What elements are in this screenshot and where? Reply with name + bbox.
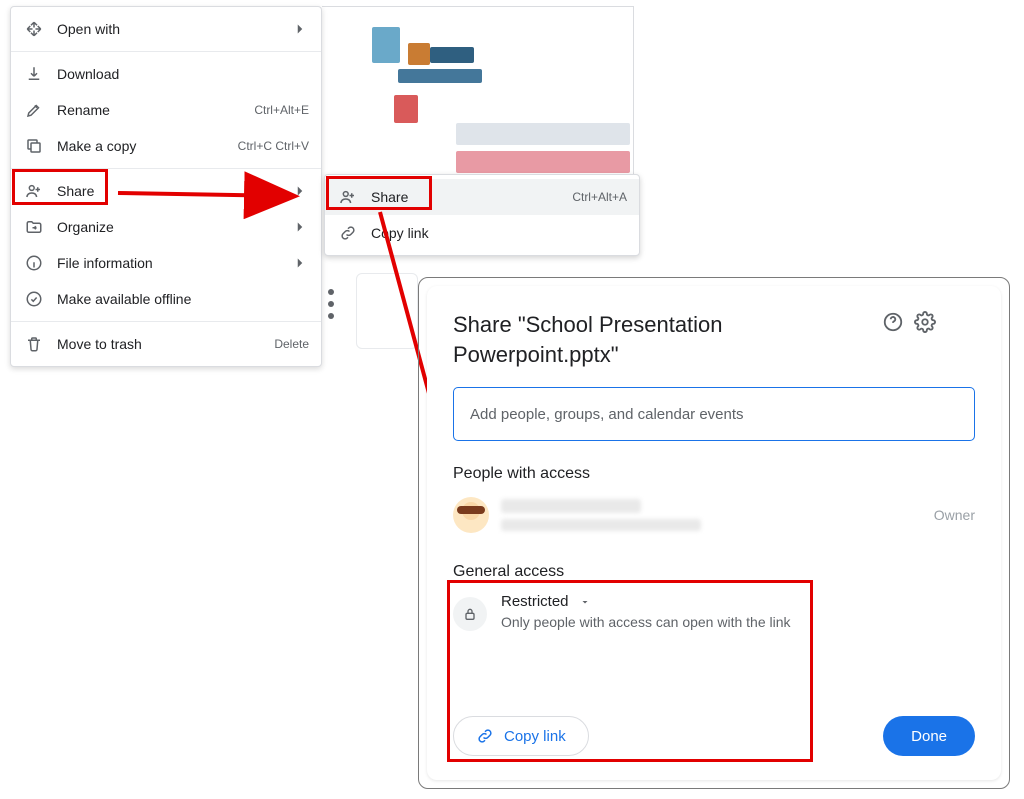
menu-make-copy[interactable]: Make a copy Ctrl+C Ctrl+V	[11, 128, 321, 164]
chevron-right-icon	[291, 218, 309, 236]
share-submenu: Share Ctrl+Alt+A Copy link	[324, 174, 640, 256]
button-label: Copy link	[504, 728, 566, 745]
input-placeholder: Add people, groups, and calendar events	[470, 406, 744, 423]
context-menu: Open with Download Rename Ctrl+Alt+E Mak…	[10, 6, 322, 367]
access-person-row: xxxxxxx xxxxxxx Owner	[453, 497, 975, 533]
link-icon	[476, 727, 494, 745]
menu-available-offline[interactable]: Make available offline	[11, 281, 321, 317]
menu-label: Copy link	[371, 225, 627, 241]
menu-label: Share	[371, 189, 572, 205]
button-label: Done	[911, 728, 947, 745]
menu-label: Rename	[57, 102, 246, 118]
menu-organize[interactable]: Organize	[11, 209, 321, 245]
menu-open-with[interactable]: Open with	[11, 11, 321, 47]
settings-button[interactable]	[913, 310, 937, 334]
dropdown-icon	[579, 596, 591, 608]
menu-move-to-trash[interactable]: Move to trash Delete	[11, 326, 321, 362]
submenu-copy-link[interactable]: Copy link	[325, 215, 639, 251]
offline-icon	[25, 290, 43, 308]
person-add-icon	[339, 188, 357, 206]
copy-link-button[interactable]: Copy link	[453, 716, 589, 756]
chevron-right-icon	[291, 182, 309, 200]
menu-rename[interactable]: Rename Ctrl+Alt+E	[11, 92, 321, 128]
chevron-right-icon	[291, 254, 309, 272]
role-label: Owner	[934, 507, 975, 523]
separator	[11, 168, 321, 169]
separator	[11, 321, 321, 322]
shortcut: Ctrl+Alt+E	[254, 103, 309, 117]
redacted-email: xxxxxxx	[501, 519, 701, 531]
link-icon	[339, 224, 357, 242]
menu-label: File information	[57, 255, 283, 271]
open-with-icon	[25, 20, 43, 38]
menu-label: Move to trash	[57, 336, 266, 352]
submenu-share[interactable]: Share Ctrl+Alt+A	[325, 179, 639, 215]
menu-share[interactable]: Share	[11, 173, 321, 209]
menu-label: Make available offline	[57, 291, 309, 307]
shortcut: Ctrl+C Ctrl+V	[238, 139, 309, 153]
access-scope-description: Only people with access can open with th…	[501, 614, 791, 630]
separator	[11, 51, 321, 52]
shortcut: Ctrl+Alt+A	[572, 190, 627, 204]
background-thumbnail	[322, 6, 634, 176]
access-scope-dropdown[interactable]: Restricted	[501, 593, 791, 610]
menu-label: Share	[57, 183, 283, 199]
redacted-name: xxxxxxx	[501, 499, 641, 513]
share-dialog-container: Share "School Presentation Powerpoint.pp…	[418, 277, 1010, 789]
menu-download[interactable]: Download	[11, 56, 321, 92]
menu-label: Organize	[57, 219, 283, 235]
people-with-access-heading: People with access	[453, 465, 975, 483]
gear-icon	[914, 311, 936, 333]
menu-label: Make a copy	[57, 138, 230, 154]
help-icon	[882, 311, 904, 333]
access-scope-icon-wrap	[453, 597, 487, 631]
help-button[interactable]	[881, 310, 905, 334]
person-add-icon	[25, 182, 43, 200]
shortcut: Delete	[274, 337, 309, 351]
trash-icon	[25, 335, 43, 353]
add-people-input[interactable]: Add people, groups, and calendar events	[453, 387, 975, 441]
general-access-heading: General access	[453, 563, 975, 581]
download-icon	[25, 65, 43, 83]
avatar	[453, 497, 489, 533]
rename-icon	[25, 101, 43, 119]
dialog-title: Share "School Presentation Powerpoint.pp…	[453, 310, 873, 369]
menu-label: Download	[57, 66, 309, 82]
chevron-right-icon	[291, 20, 309, 38]
done-button[interactable]: Done	[883, 716, 975, 756]
access-scope-label: Restricted	[501, 593, 569, 610]
info-icon	[25, 254, 43, 272]
menu-file-info[interactable]: File information	[11, 245, 321, 281]
lock-icon	[462, 606, 478, 622]
copy-icon	[25, 137, 43, 155]
folder-move-icon	[25, 218, 43, 236]
menu-label: Open with	[57, 21, 283, 37]
share-dialog: Share "School Presentation Powerpoint.pp…	[427, 286, 1001, 780]
